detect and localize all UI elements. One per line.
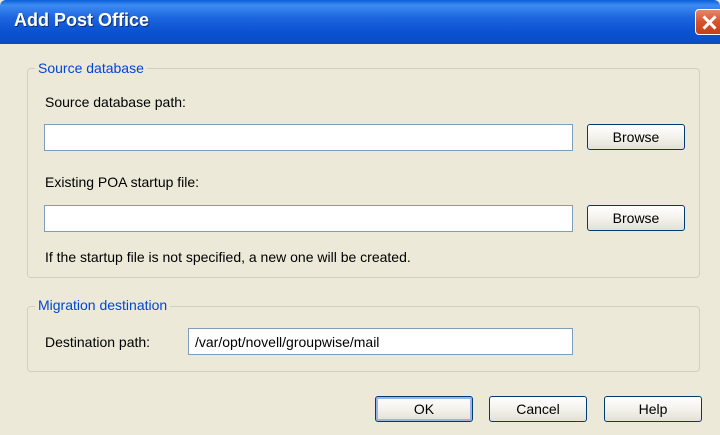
startup-file-note: If the startup file is not specified, a … <box>45 249 411 265</box>
startup-file-input[interactable] <box>44 205 573 232</box>
source-db-path-label: Source database path: <box>45 94 186 110</box>
migration-destination-legend: Migration destination <box>35 297 171 313</box>
close-icon[interactable] <box>695 9 720 35</box>
source-database-legend: Source database <box>35 60 147 76</box>
source-db-path-input[interactable] <box>44 124 573 151</box>
destination-path-input[interactable] <box>188 328 573 355</box>
startup-file-label: Existing POA startup file: <box>45 174 200 190</box>
ok-button[interactable]: OK <box>375 396 473 422</box>
dialog-window: Add Post Office Source database Source d… <box>0 0 720 435</box>
help-button[interactable]: Help <box>604 396 702 422</box>
title-bar[interactable]: Add Post Office <box>0 0 720 44</box>
browse-startup-button[interactable]: Browse <box>587 205 685 231</box>
browse-source-button[interactable]: Browse <box>587 124 685 150</box>
destination-path-label: Destination path: <box>45 334 151 350</box>
window-title: Add Post Office <box>14 10 150 30</box>
cancel-button[interactable]: Cancel <box>489 396 587 422</box>
